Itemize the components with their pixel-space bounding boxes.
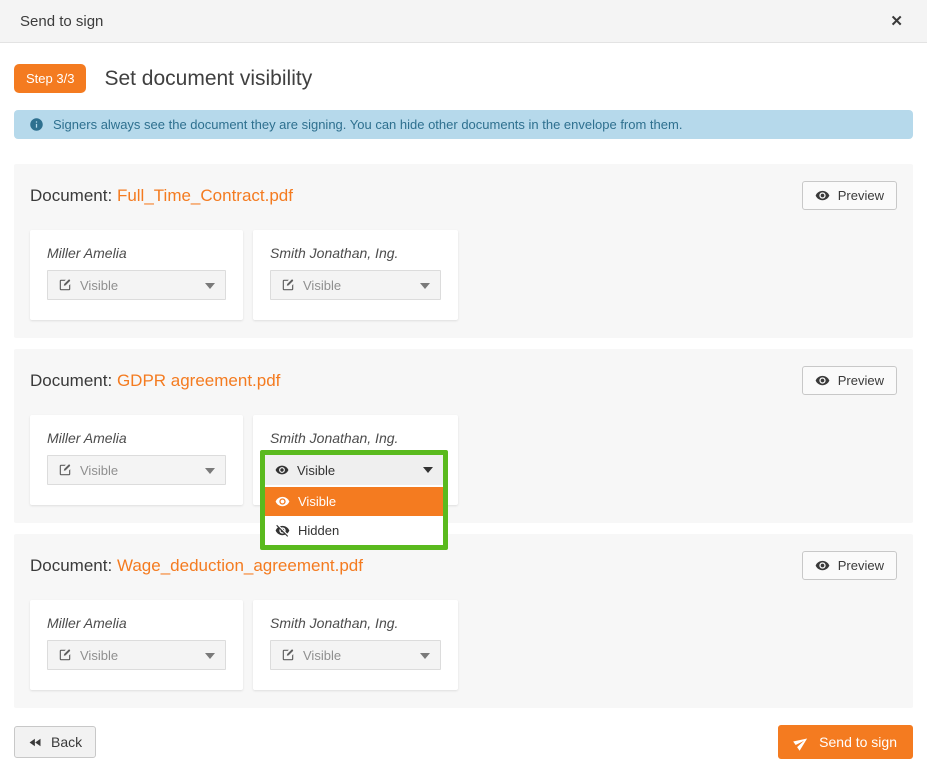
document-filename: Wage_deduction_agreement.pdf (116, 555, 363, 575)
document-title: Document: Full_Time_Contract.pdf (30, 186, 293, 206)
document-sign-icon (58, 648, 72, 662)
modal-title: Send to sign (20, 12, 104, 30)
info-icon (29, 117, 44, 132)
signer-card: Miller Amelia Visible (30, 600, 243, 690)
modal-footer: Back Send to sign (0, 725, 927, 759)
document-sign-icon (58, 278, 72, 292)
signer-name: Smith Jonathan, Ing. (270, 245, 399, 261)
document-section-wage-deduction: Document: Wage_deduction_agreement.pdf P… (14, 534, 913, 708)
visibility-select[interactable]: Visible (47, 455, 226, 485)
info-banner: Signers always see the document they are… (14, 110, 913, 139)
menu-item-visible[interactable]: Visible (265, 487, 443, 516)
visibility-select[interactable]: Visible (270, 640, 441, 670)
menu-item-hidden[interactable]: Hidden (265, 516, 443, 545)
signer-name: Smith Jonathan, Ing. (270, 430, 399, 446)
visibility-select[interactable]: Visible (47, 270, 226, 300)
visibility-select[interactable]: Visible (270, 270, 441, 300)
eye-off-icon (275, 523, 290, 538)
chevron-down-icon (420, 653, 430, 659)
info-banner-text: Signers always see the document they are… (53, 117, 683, 132)
document-label: Document: (30, 555, 113, 575)
eye-icon (815, 558, 830, 573)
step-badge: Step 3/3 (14, 64, 87, 93)
preview-button[interactable]: Preview (801, 551, 897, 580)
chevron-down-icon (423, 467, 433, 473)
eye-icon (815, 373, 830, 388)
document-filename: GDPR agreement.pdf (116, 370, 281, 390)
document-section-full-time-contract: Document: Full_Time_Contract.pdf Preview… (14, 164, 913, 338)
document-sign-icon (58, 463, 72, 477)
eye-icon (815, 188, 830, 203)
document-sign-icon (281, 648, 295, 662)
page-title: Set document visibility (104, 66, 313, 90)
chevron-down-icon (420, 283, 430, 289)
double-left-arrow-icon (28, 735, 43, 750)
back-button[interactable]: Back (14, 726, 97, 758)
document-title: Document: GDPR agreement.pdf (30, 371, 280, 391)
preview-button[interactable]: Preview (801, 181, 897, 210)
signer-name: Miller Amelia (47, 615, 127, 631)
wizard-header: Step 3/3 Set document visibility (14, 64, 913, 93)
signer-card: Smith Jonathan, Ing. Visible Visible Hid… (253, 415, 458, 550)
signer-card: Smith Jonathan, Ing. Visible (253, 600, 458, 690)
document-label: Document: (30, 185, 113, 205)
signer-card: Miller Amelia Visible (30, 415, 243, 505)
chevron-down-icon (205, 283, 215, 289)
visibility-select-open[interactable]: Visible (265, 455, 443, 485)
signer-name: Miller Amelia (47, 245, 127, 261)
chevron-down-icon (205, 653, 215, 659)
document-filename: Full_Time_Contract.pdf (116, 185, 293, 205)
eye-icon (275, 463, 289, 477)
signer-name: Smith Jonathan, Ing. (270, 615, 399, 631)
chevron-down-icon (205, 468, 215, 474)
signer-card: Miller Amelia Visible (30, 230, 243, 320)
document-label: Document: (30, 370, 113, 390)
signer-card: Smith Jonathan, Ing. Visible (253, 230, 458, 320)
signer-name: Miller Amelia (47, 430, 127, 446)
document-title: Document: Wage_deduction_agreement.pdf (30, 556, 363, 576)
eye-icon (275, 494, 290, 509)
visibility-dropdown-open: Visible Visible Hidden (260, 450, 448, 550)
send-to-sign-button[interactable]: Send to sign (778, 725, 913, 759)
preview-button[interactable]: Preview (801, 366, 897, 395)
close-icon[interactable]: ✕ (886, 10, 907, 33)
modal-header: Send to sign ✕ (0, 0, 927, 43)
visibility-options-menu: Visible Hidden (265, 487, 443, 545)
document-section-gdpr-agreement: Document: GDPR agreement.pdf Preview Mil… (14, 349, 913, 550)
paper-plane-icon (791, 732, 812, 753)
visibility-select[interactable]: Visible (47, 640, 226, 670)
document-sign-icon (281, 278, 295, 292)
